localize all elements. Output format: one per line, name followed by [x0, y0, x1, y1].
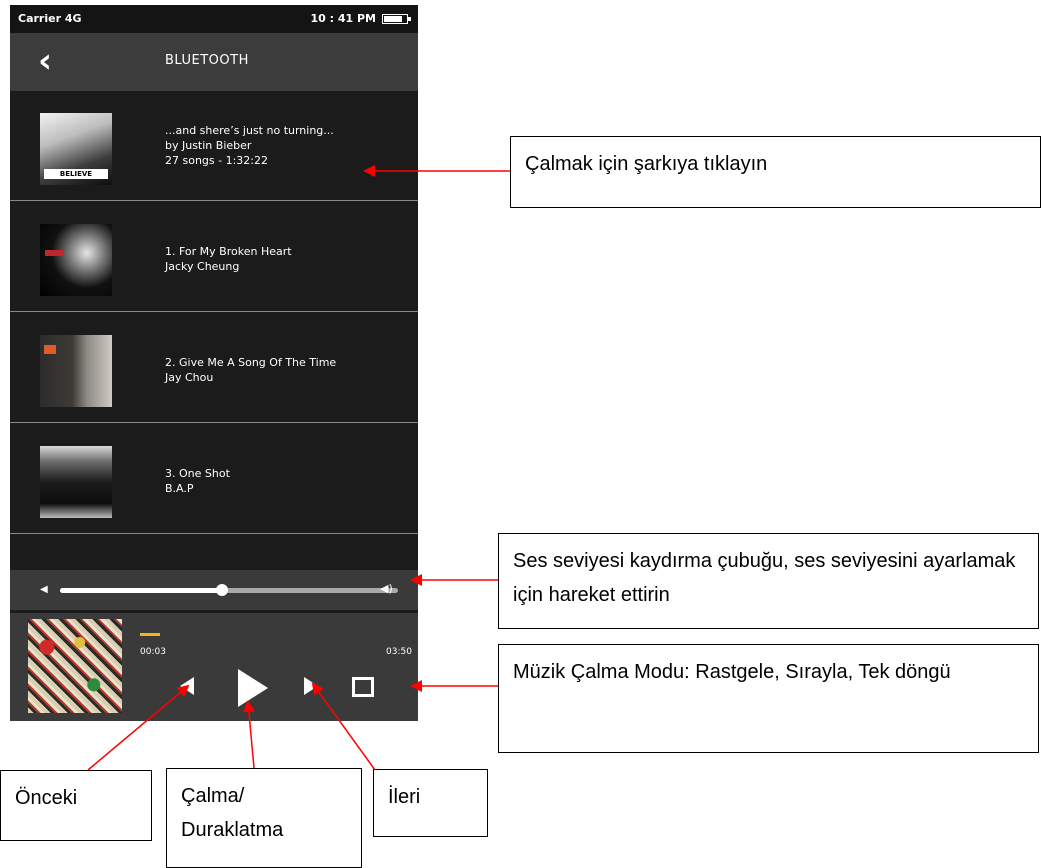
- annotation-arrows: [87, 165, 510, 771]
- arrow-next: [311, 682, 376, 771]
- arrow-play-pause: [242, 700, 255, 769]
- arrow-previous: [87, 684, 190, 771]
